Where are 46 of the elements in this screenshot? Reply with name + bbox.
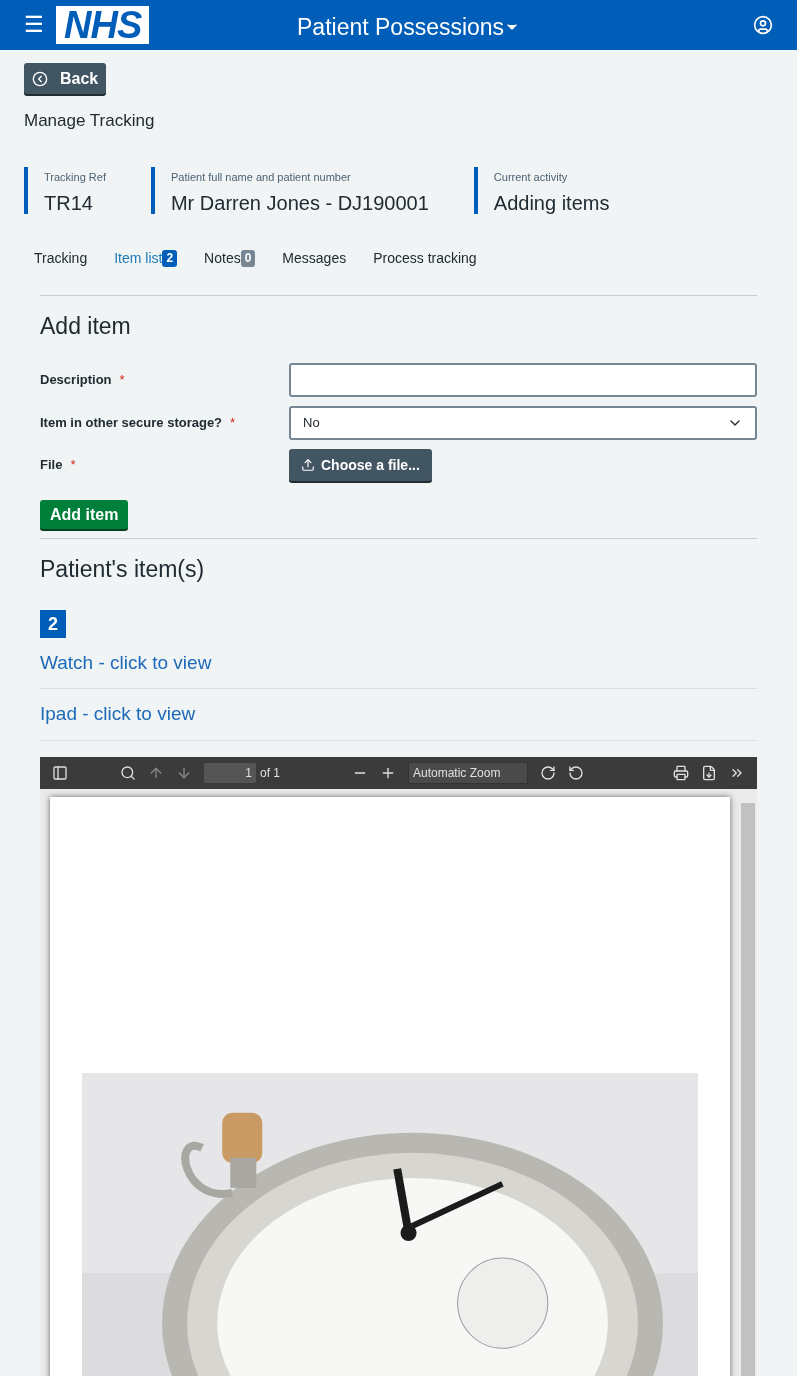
tab[interactable]: Messages — [282, 247, 347, 269]
upload-icon — [301, 458, 315, 472]
sidebar-toggle-icon[interactable] — [52, 764, 68, 781]
back-icon — [32, 70, 48, 87]
summary-value: TR14 — [44, 191, 94, 216]
print-icon[interactable] — [673, 764, 689, 781]
item-count: 2 — [40, 609, 66, 638]
page-total: of 1 — [260, 764, 280, 782]
download-icon[interactable] — [701, 764, 717, 781]
account-icon[interactable] — [753, 15, 773, 35]
back-button[interactable]: Back — [24, 63, 107, 94]
choose-file-button[interactable]: Choose a file... — [289, 449, 432, 481]
summary-label: Current activity — [493, 169, 569, 185]
section-heading: Patient's item(s) — [40, 555, 206, 584]
search-icon[interactable] — [120, 764, 136, 781]
app-title-dropdown[interactable]: Patient Possessions — [297, 10, 521, 45]
storage-select[interactable]: No — [289, 406, 757, 440]
tab[interactable]: Tracking — [34, 247, 88, 269]
page-title: Manage Tracking — [24, 110, 156, 132]
summary-value: Adding items — [493, 191, 610, 216]
field-label: Item in other secure storage? — [40, 414, 223, 433]
item-link[interactable]: Ipad - click to view — [40, 703, 196, 724]
required-mark: * — [119, 371, 125, 390]
scrollbar[interactable] — [741, 802, 755, 1376]
rotate-counterclockwise-icon[interactable] — [568, 764, 584, 781]
count-badge: 2 — [162, 249, 178, 267]
nhs-logo: NHS — [56, 6, 150, 44]
tab[interactable]: Notes 0 — [204, 247, 256, 269]
page-number-field[interactable]: 1 — [204, 762, 256, 783]
required-mark: * — [230, 414, 236, 433]
count-badge: 0 — [240, 249, 256, 267]
field-label: Description — [40, 371, 112, 390]
tab[interactable]: Process tracking — [373, 247, 477, 269]
summary-value: Mr Darren Jones - DJ190001 — [170, 191, 429, 216]
tab[interactable]: Item list 2 — [114, 247, 178, 269]
zoom-select[interactable]: Automatic Zoom — [408, 761, 528, 784]
rotate-clockwise-icon[interactable] — [540, 764, 556, 781]
summary-label: Patient full name and patient number — [170, 169, 352, 185]
required-mark: * — [70, 456, 76, 475]
add-item-button[interactable]: Add item — [40, 500, 129, 529]
description-field[interactable] — [289, 363, 757, 397]
summary-label: Tracking Ref — [44, 169, 106, 185]
item-link[interactable]: Watch - click to view — [40, 651, 212, 673]
field-label: File — [40, 456, 63, 475]
section-heading: Add item — [40, 311, 132, 341]
menu-icon[interactable]: ☰ — [24, 14, 44, 36]
